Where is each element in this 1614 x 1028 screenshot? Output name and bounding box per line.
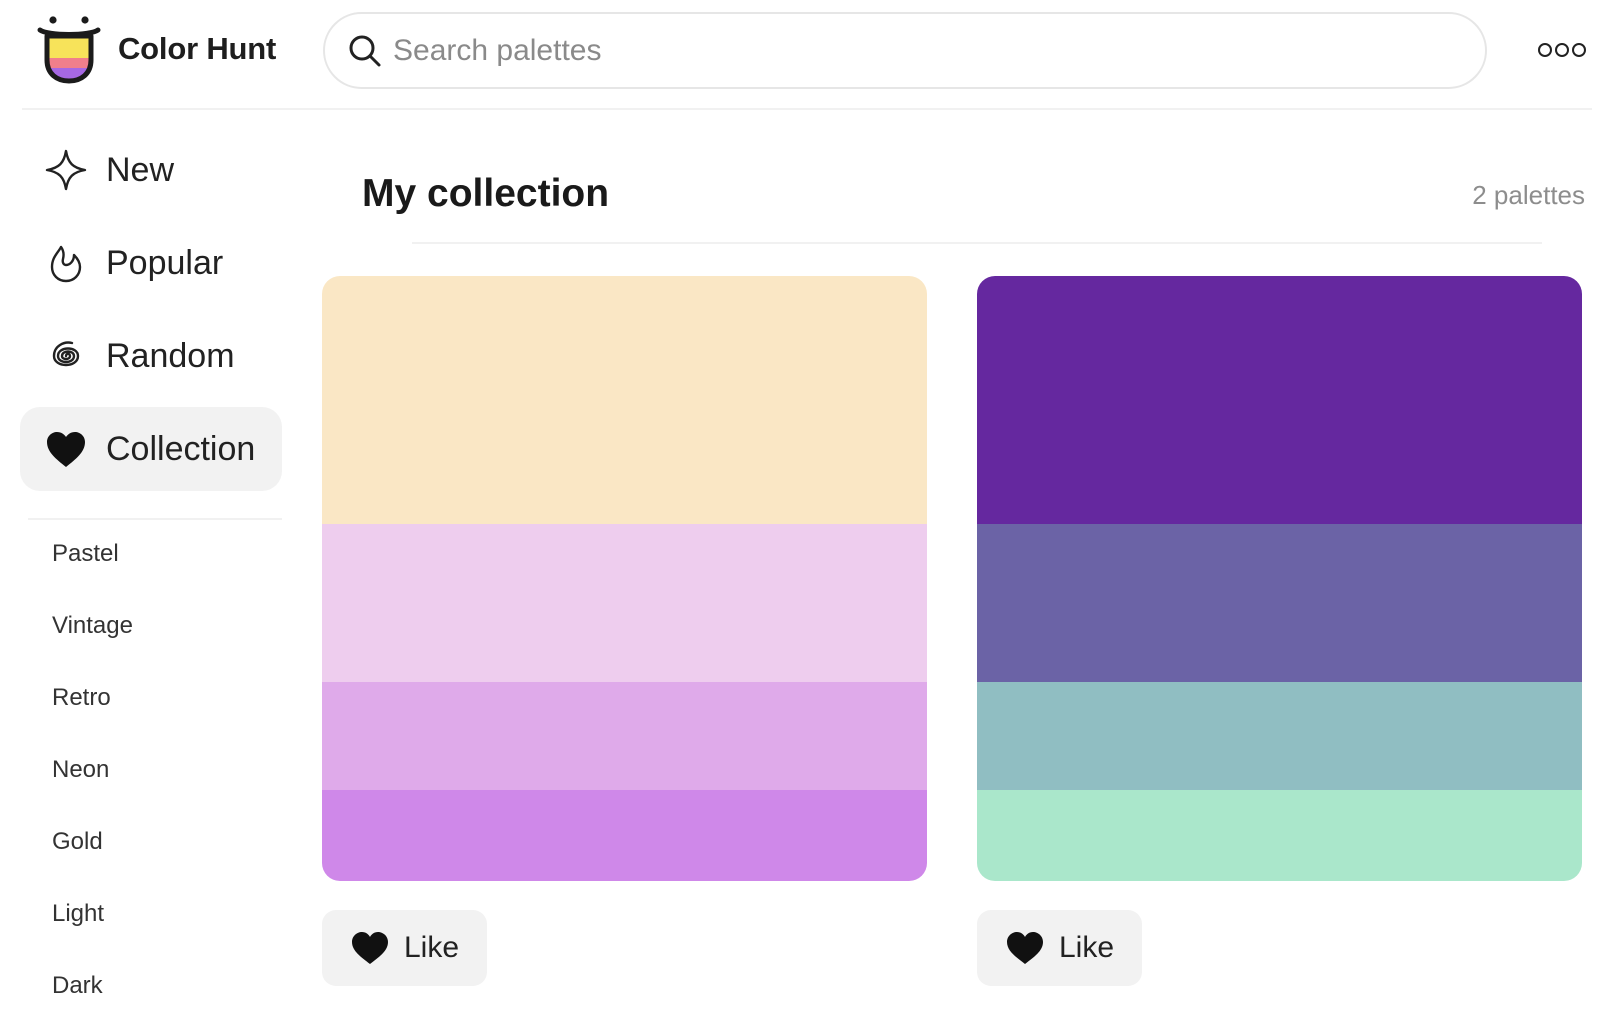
palette-color-swatch[interactable] [322,682,927,790]
palette-color-swatch[interactable] [322,524,927,682]
palette-color-swatch[interactable] [977,790,1582,881]
palette-color-swatch[interactable] [977,276,1582,524]
heart-icon [42,425,90,473]
nav-label: Collection [106,429,256,468]
heart-icon [1007,932,1043,964]
search-input[interactable] [393,33,1443,68]
sparkle-icon [42,146,90,194]
logo-icon [34,14,104,84]
nav-new[interactable]: New [20,128,282,212]
flame-icon [42,239,90,287]
tag-light[interactable]: Light [52,900,104,928]
heart-icon [352,932,388,964]
tag-pastel[interactable]: Pastel [52,540,119,568]
palette-color-swatch[interactable] [977,682,1582,790]
more-dot-icon [1555,43,1569,57]
like-button[interactable]: Like [977,910,1142,986]
palette-color-swatch[interactable] [322,790,927,881]
more-dot-icon [1572,43,1586,57]
like-label: Like [1059,931,1115,964]
search-icon [349,35,381,66]
header: Color Hunt [0,0,1614,110]
search-bar[interactable] [323,12,1487,89]
nav-label: Popular [106,243,224,282]
sidebar-divider [28,518,282,520]
nav-random[interactable]: Random [20,314,282,398]
more-menu-button[interactable] [1538,36,1586,64]
nav-popular[interactable]: Popular [20,221,282,305]
tag-dark[interactable]: Dark [52,972,103,1000]
logo[interactable]: Color Hunt [34,14,276,84]
tag-gold[interactable]: Gold [52,828,103,856]
title-divider [412,242,1542,244]
palette-count: 2 palettes [1472,180,1585,210]
palette-card[interactable] [322,276,927,881]
page-title: My collection [362,172,610,215]
more-dot-icon [1538,43,1552,57]
nav-collection[interactable]: Collection [20,407,282,491]
tag-vintage[interactable]: Vintage [52,612,133,640]
like-button[interactable]: Like [322,910,487,986]
tag-neon[interactable]: Neon [52,756,109,784]
palette-card[interactable] [977,276,1582,881]
palette-color-swatch[interactable] [322,276,927,524]
tag-retro[interactable]: Retro [52,684,111,712]
logo-text: Color Hunt [118,31,277,66]
nav-label: Random [106,336,235,375]
spiral-icon [42,332,90,380]
like-label: Like [404,931,460,964]
nav-label: New [106,150,175,189]
palette-color-swatch[interactable] [977,524,1582,682]
sidebar: New Popular Random Collection Pastel Vin… [0,110,300,1028]
